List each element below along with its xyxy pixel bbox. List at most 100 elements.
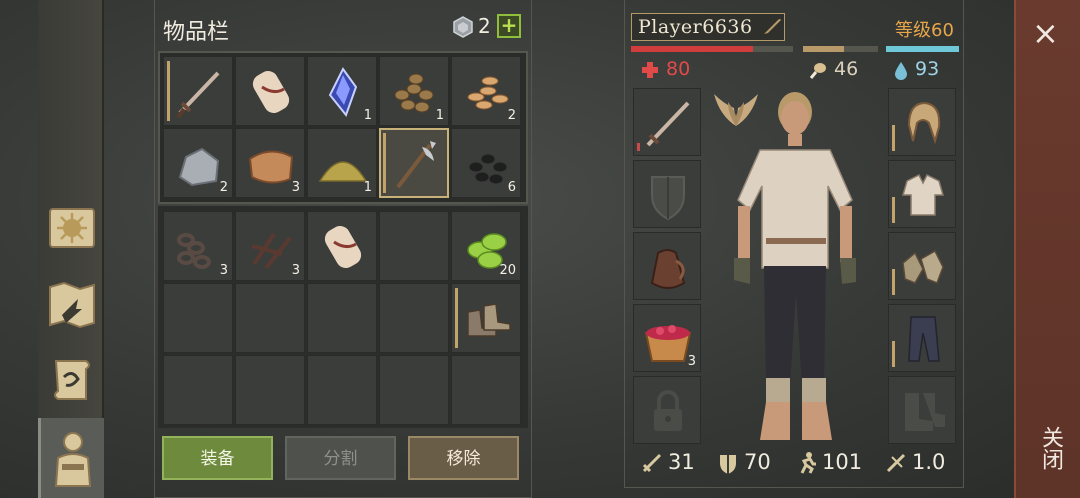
head-slot[interactable] bbox=[888, 88, 956, 156]
attack-stat: 31 bbox=[640, 450, 695, 475]
health-stat: 80 bbox=[640, 58, 690, 80]
inventory-slot[interactable]: 20 bbox=[451, 211, 521, 281]
nails-icon bbox=[251, 232, 292, 270]
inventory-slot[interactable] bbox=[163, 355, 233, 425]
rope-bundle-icon bbox=[324, 225, 362, 269]
inventory-slot[interactable] bbox=[163, 283, 233, 353]
bag-icon bbox=[650, 249, 686, 289]
close-icon[interactable]: × bbox=[1032, 17, 1059, 49]
inventory-slot[interactable]: 3 bbox=[235, 128, 305, 198]
food-value: 46 bbox=[834, 58, 859, 80]
health-value: 80 bbox=[666, 58, 691, 80]
sword-icon bbox=[176, 71, 220, 119]
weapon-slot[interactable] bbox=[633, 88, 701, 156]
inventory-slot[interactable]: 3 bbox=[235, 211, 305, 281]
health-bar bbox=[631, 46, 793, 52]
gem-icon bbox=[453, 16, 473, 38]
inventory-slot[interactable] bbox=[235, 355, 305, 425]
chest-slot[interactable] bbox=[888, 160, 956, 228]
build-map-icon[interactable] bbox=[44, 276, 100, 332]
inventory-slot[interactable] bbox=[235, 283, 305, 353]
speed-value: 101 bbox=[822, 450, 863, 474]
water-drop-icon bbox=[895, 61, 907, 80]
boots-icon bbox=[467, 303, 511, 337]
inventory-slot[interactable]: 2 bbox=[451, 56, 521, 126]
inventory-slot[interactable] bbox=[379, 211, 449, 281]
water-stat: 93 bbox=[893, 58, 939, 80]
nuts-icon bbox=[394, 73, 434, 113]
inventory-slot[interactable]: 3 bbox=[163, 211, 233, 281]
legs-slot[interactable] bbox=[888, 304, 956, 372]
inventory-slot[interactable]: 1 bbox=[379, 56, 449, 126]
inventory-slot[interactable]: 1 bbox=[307, 56, 377, 126]
inventory-slot[interactable] bbox=[307, 355, 377, 425]
defense-shield-icon bbox=[720, 455, 736, 474]
leather-icon bbox=[248, 150, 294, 184]
inventory-slot-selected[interactable] bbox=[379, 128, 449, 198]
multiplier-value: 1.0 bbox=[912, 450, 946, 474]
inventory-slot[interactable] bbox=[379, 355, 449, 425]
lock-icon bbox=[654, 390, 682, 431]
shirt-icon bbox=[902, 173, 944, 216]
attack-icon bbox=[642, 453, 662, 473]
consumable-slot[interactable]: 3 bbox=[633, 304, 701, 372]
split-button[interactable]: 分割 bbox=[285, 436, 396, 480]
shield-slot[interactable] bbox=[633, 160, 701, 228]
quest-scroll-icon[interactable] bbox=[44, 352, 100, 408]
multiplier-stat: 1.0 bbox=[884, 450, 945, 475]
gloves-icon bbox=[902, 249, 944, 284]
inventory-slot[interactable]: 1 bbox=[307, 128, 377, 198]
locked-slot[interactable] bbox=[633, 376, 701, 444]
inventory-title: 物品栏 bbox=[163, 20, 230, 45]
sulfur-powder-icon bbox=[318, 161, 368, 182]
inventory-slot[interactable] bbox=[451, 283, 521, 353]
inventory-slot[interactable] bbox=[307, 283, 377, 353]
character-tab-icon[interactable] bbox=[38, 418, 104, 498]
health-cross-icon bbox=[642, 61, 658, 78]
food-stat: 46 bbox=[808, 58, 858, 80]
food-drumstick-icon bbox=[809, 62, 826, 79]
inventory-slot[interactable] bbox=[451, 355, 521, 425]
rope-bundle-icon bbox=[252, 70, 290, 114]
crafting-book-icon[interactable] bbox=[44, 200, 100, 256]
seeds-icon bbox=[467, 76, 509, 110]
speed-stat: 101 bbox=[794, 450, 862, 475]
defense-value: 70 bbox=[744, 450, 771, 474]
gem-count: 2 bbox=[478, 14, 491, 38]
inventory-slot[interactable]: 6 bbox=[451, 128, 521, 198]
equip-button[interactable]: 装备 bbox=[162, 436, 273, 480]
remove-button[interactable]: 移除 bbox=[408, 436, 519, 480]
sword-icon bbox=[646, 101, 690, 147]
hood-icon bbox=[907, 101, 941, 145]
bag-slot[interactable] bbox=[633, 232, 701, 300]
consumable-count: 3 bbox=[687, 354, 696, 369]
inventory-slot[interactable] bbox=[235, 56, 305, 126]
inventory-slot[interactable]: 2 bbox=[163, 128, 233, 198]
defense-stat: 70 bbox=[716, 450, 771, 475]
inventory-slot[interactable] bbox=[379, 283, 449, 353]
inventory-slot[interactable] bbox=[307, 211, 377, 281]
close-panel[interactable] bbox=[1014, 0, 1080, 498]
pants-icon bbox=[908, 316, 940, 362]
speed-runner-icon bbox=[800, 452, 816, 474]
food-bar bbox=[803, 46, 878, 52]
attack-value: 31 bbox=[668, 450, 695, 474]
boots-placeholder-icon bbox=[905, 393, 945, 431]
halberd-icon bbox=[396, 141, 436, 189]
stone-icon bbox=[178, 147, 220, 187]
player-level: 等级60 bbox=[895, 20, 954, 41]
hands-slot[interactable] bbox=[888, 232, 956, 300]
add-gems-button[interactable]: + bbox=[497, 14, 521, 38]
close-label[interactable]: 关闭 bbox=[1034, 426, 1066, 470]
rename-quill-icon[interactable] bbox=[762, 16, 782, 36]
inventory-storage-grid: 3 3 20 bbox=[163, 211, 523, 425]
water-bar bbox=[886, 46, 959, 52]
inventory-quick-grid: 1 1 2 2 3 1 6 bbox=[163, 56, 523, 198]
shield-icon bbox=[651, 176, 685, 221]
character-model bbox=[734, 92, 856, 440]
crystal-icon bbox=[328, 67, 358, 118]
feet-slot[interactable] bbox=[888, 376, 956, 444]
water-value: 93 bbox=[915, 58, 940, 80]
multiplier-icon bbox=[886, 453, 906, 473]
inventory-slot[interactable] bbox=[163, 56, 233, 126]
